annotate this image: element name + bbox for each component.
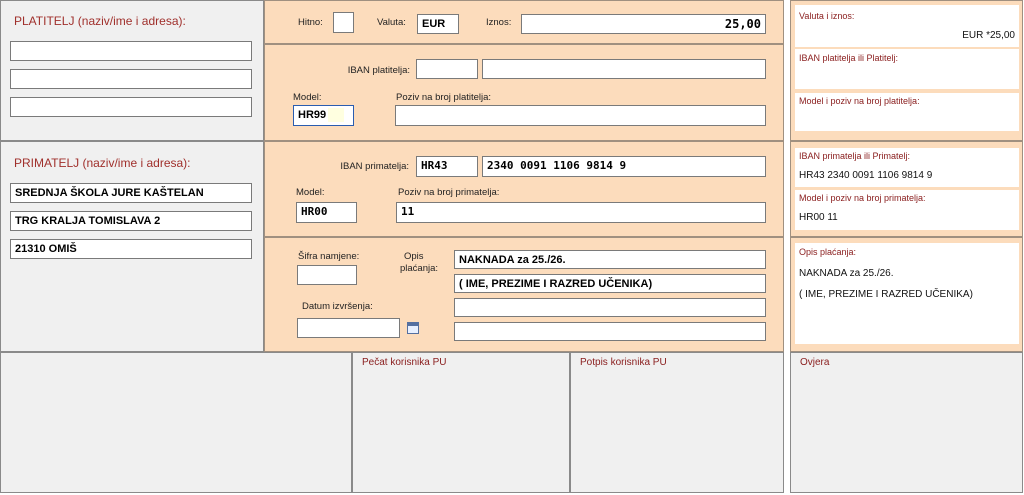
receipt-amount-box: Valuta i iznos: EUR *25,00 xyxy=(795,5,1019,47)
payer-name-field[interactable] xyxy=(10,41,252,61)
receipt-description-panel: Opis plaćanja: NAKNADA za 25./26. ( IME,… xyxy=(790,237,1023,352)
urgent-label: Hitno: xyxy=(298,17,323,28)
signature-panel: Potpis korisnika PU xyxy=(570,352,784,493)
currency-field[interactable]: EUR xyxy=(417,14,459,34)
description-label-2: plaćanja: xyxy=(400,263,439,274)
verification-panel: Ovjera xyxy=(790,352,1023,493)
bottom-blank-panel xyxy=(0,352,352,493)
amount-field[interactable]: 25,00 xyxy=(521,14,766,34)
recipient-model-label: Model: xyxy=(296,187,325,198)
receipt-recipient-ref-box: Model i poziv na broj primatelja: HR00 1… xyxy=(795,190,1019,230)
receipt-payer-ref-label: Model i poziv na broj platitelja: xyxy=(799,96,920,106)
payer-iban-field[interactable] xyxy=(482,59,766,79)
payer-model-field[interactable]: HR99 xyxy=(293,105,354,126)
receipt-description-line-2: ( IME, PREZIME I RAZRED UČENIKA) xyxy=(799,289,973,300)
recipient-name-field[interactable]: SREDNJA ŠKOLA JURE KAŠTELAN xyxy=(10,183,252,203)
execution-date-label: Datum izvršenja: xyxy=(302,301,373,312)
recipient-reference-field[interactable]: 11 xyxy=(396,202,766,223)
description-line-4[interactable] xyxy=(454,322,766,341)
receipt-recipient-value: HR43 2340 0091 1106 9814 9 xyxy=(799,170,933,181)
recipient-account-panel: IBAN primatelja: HR43 2340 0091 1106 981… xyxy=(264,141,784,237)
receipt-description-label: Opis plaćanja: xyxy=(799,247,857,257)
purpose-panel: Šifra namjene: Opis plaćanja: NAKNADA za… xyxy=(264,237,784,352)
recipient-title: PRIMATELJ (naziv/ime i adresa): xyxy=(14,156,191,170)
receipt-payer-box: IBAN platitelja ili Platitelj: xyxy=(795,49,1019,89)
recipient-iban-label: IBAN primatelja: xyxy=(340,161,409,172)
description-line-3[interactable] xyxy=(454,298,766,317)
receipt-recipient-label: IBAN primatelja ili Primatelj: xyxy=(799,151,911,161)
text-cursor xyxy=(328,108,345,123)
stamp-panel: Pečat korisnika PU xyxy=(352,352,570,493)
receipt-amount-label: Valuta i iznos: xyxy=(799,11,855,21)
recipient-iban-prefix-field[interactable]: HR43 xyxy=(416,156,478,177)
receipt-recipient-box: IBAN primatelja ili Primatelj: HR43 2340… xyxy=(795,148,1019,187)
recipient-reference-label: Poziv na broj primatelja: xyxy=(398,187,500,198)
payer-model-value: HR99 xyxy=(298,109,327,121)
payer-city-field[interactable] xyxy=(10,97,252,117)
recipient-address-field[interactable]: TRG KRALJA TOMISLAVA 2 xyxy=(10,211,252,231)
payer-reference-field[interactable] xyxy=(395,105,766,126)
receipt-description-line-1: NAKNADA za 25./26. xyxy=(799,268,894,279)
currency-label: Valuta: xyxy=(377,17,406,28)
purpose-code-field[interactable] xyxy=(297,265,357,285)
recipient-panel: PRIMATELJ (naziv/ime i adresa): SREDNJA … xyxy=(0,141,264,352)
receipt-recipient-ref-label: Model i poziv na broj primatelja: xyxy=(799,193,926,203)
payer-panel: PLATITELJ (naziv/ime i adresa): xyxy=(0,0,264,141)
recipient-model-field[interactable]: HR00 xyxy=(296,202,357,223)
payer-iban-label: IBAN platitelja: xyxy=(347,65,410,76)
signature-label: Potpis korisnika PU xyxy=(580,357,667,368)
receipt-recipient-ref-value: HR00 11 xyxy=(799,212,838,223)
receipt-middle-panel: IBAN primatelja ili Primatelj: HR43 2340… xyxy=(790,141,1023,237)
payer-account-panel: IBAN platitelja: Model: HR99 Poziv na br… xyxy=(264,44,784,141)
payer-title: PLATITELJ (naziv/ime i adresa): xyxy=(14,14,186,28)
verification-label: Ovjera xyxy=(800,357,830,368)
amount-panel: Hitno: Valuta: EUR Iznos: 25,00 xyxy=(264,0,784,44)
purpose-code-label: Šifra namjene: xyxy=(298,251,360,262)
amount-label: Iznos: xyxy=(486,17,512,28)
description-line-2[interactable]: ( IME, PREZIME I RAZRED UČENIKA) xyxy=(454,274,766,293)
recipient-city-field[interactable]: 21310 OMIŠ xyxy=(10,239,252,259)
execution-date-field[interactable] xyxy=(297,318,400,338)
recipient-iban-field[interactable]: 2340 0091 1106 9814 9 xyxy=(482,156,766,177)
urgent-checkbox[interactable] xyxy=(333,12,354,33)
receipt-top-panel: Valuta i iznos: EUR *25,00 IBAN platitel… xyxy=(790,0,1023,141)
receipt-amount-value: EUR *25,00 xyxy=(962,30,1015,41)
description-line-1[interactable]: NAKNADA za 25./26. xyxy=(454,250,766,269)
stamp-label: Pečat korisnika PU xyxy=(362,357,447,368)
payer-model-label: Model: xyxy=(293,92,322,103)
receipt-payer-label: IBAN platitelja ili Platitelj: xyxy=(799,53,899,63)
receipt-payer-ref-box: Model i poziv na broj platitelja: xyxy=(795,93,1019,131)
calendar-icon[interactable] xyxy=(407,322,419,334)
payer-reference-label: Poziv na broj platitelja: xyxy=(396,92,492,103)
receipt-description-box: Opis plaćanja: NAKNADA za 25./26. ( IME,… xyxy=(795,243,1019,344)
payer-iban-prefix-field[interactable] xyxy=(416,59,478,79)
payer-address-field[interactable] xyxy=(10,69,252,89)
description-label-1: Opis xyxy=(404,251,424,262)
